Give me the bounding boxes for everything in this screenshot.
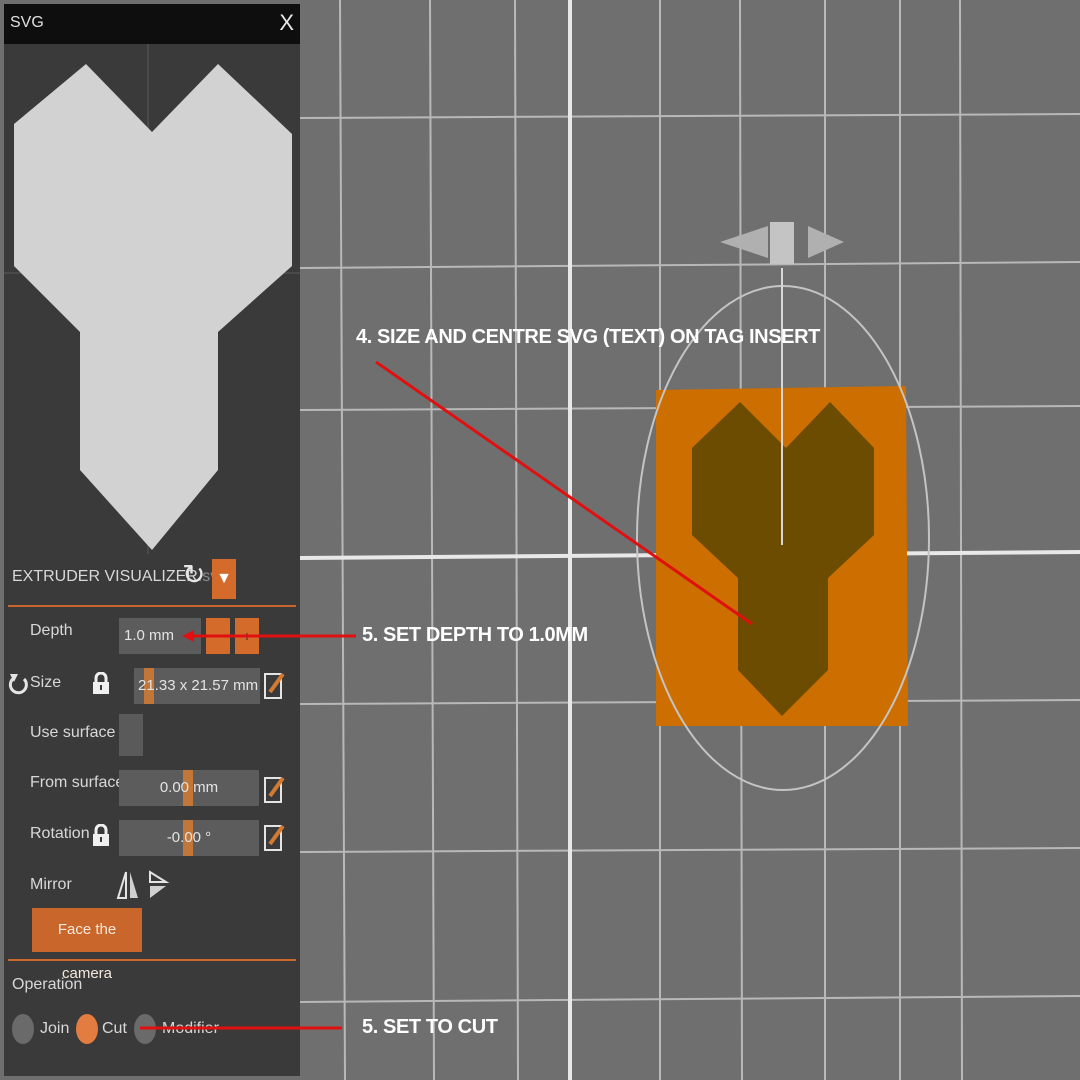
depth-value: 1.0 mm xyxy=(124,627,175,644)
operation-cut-radio[interactable] xyxy=(76,1014,98,1044)
file-row: EXTRUDER VISUALIZER.svg ↻ ▼ xyxy=(4,559,300,603)
from-surface-input[interactable]: 0.00 mm xyxy=(119,770,259,806)
operation-modifier-radio[interactable] xyxy=(134,1014,156,1044)
use-surface-label: Use surface xyxy=(30,724,116,741)
mirror-vertical-icon[interactable] xyxy=(146,870,170,900)
rotation-label: Rotation xyxy=(30,825,90,842)
operation-join-label: Join xyxy=(40,1020,70,1037)
rotation-edit-icon[interactable] xyxy=(264,822,286,852)
file-dropdown-button[interactable]: ▼ xyxy=(212,559,236,599)
section-divider xyxy=(8,605,296,607)
size-label: Size xyxy=(30,674,62,691)
operation-cut-label: Cut xyxy=(102,1020,127,1037)
svg-panel: SVG X EXTRUDER VISUALIZER.svg ↻ ▼ Depth … xyxy=(4,4,300,1076)
rotation-input[interactable]: -0.00 ° xyxy=(119,820,259,856)
reset-size-icon[interactable] xyxy=(8,670,30,700)
operation-modifier-label: Modifier xyxy=(162,1020,219,1037)
rotation-value: -0.00 ° xyxy=(166,829,212,846)
size-value: 21.33 x 21.57 mm xyxy=(138,677,259,694)
use-surface-checkbox[interactable] xyxy=(119,714,143,756)
from-surface-label: From surface xyxy=(30,774,125,791)
gizmo-handle xyxy=(770,222,794,264)
operation-label: Operation xyxy=(12,976,83,993)
close-button[interactable]: X xyxy=(279,10,294,36)
depth-increase-button[interactable]: + xyxy=(235,618,259,654)
depth-input[interactable]: 1.0 mm xyxy=(119,618,201,654)
size-input[interactable]: 21.33 x 21.57 mm xyxy=(134,668,260,704)
from-surface-value: 0.00 mm xyxy=(159,779,219,796)
section-divider xyxy=(8,959,296,961)
rotation-lock-icon[interactable] xyxy=(92,824,110,846)
panel-title: SVG xyxy=(10,14,44,31)
preview-shape xyxy=(14,64,292,550)
file-name-text: EXTRUDER VISUALIZER xyxy=(12,568,198,585)
annotation-set-depth: 5. SET DEPTH TO 1.0MM xyxy=(362,624,588,646)
panel-title-bar: SVG X xyxy=(4,4,300,44)
from-surface-edit-icon[interactable] xyxy=(264,774,286,804)
size-edit-icon[interactable] xyxy=(264,670,286,700)
annotation-size-centre: 4. SIZE AND CENTRE SVG (TEXT) ON TAG INS… xyxy=(356,326,820,348)
depth-label: Depth xyxy=(30,622,73,639)
mirror-horizontal-icon[interactable] xyxy=(116,868,140,902)
reload-icon[interactable]: ↻ xyxy=(182,559,208,591)
face-camera-button[interactable]: Face the camera xyxy=(32,908,142,982)
operation-join-radio[interactable] xyxy=(12,1014,34,1044)
annotation-set-cut: 5. SET TO CUT xyxy=(362,1016,498,1038)
depth-decrease-button[interactable]: − xyxy=(206,618,230,654)
mirror-label: Mirror xyxy=(30,876,72,893)
gizmo-arrow-left-icon xyxy=(720,226,768,258)
svg-preview xyxy=(4,44,300,554)
size-lock-icon[interactable] xyxy=(92,672,110,694)
